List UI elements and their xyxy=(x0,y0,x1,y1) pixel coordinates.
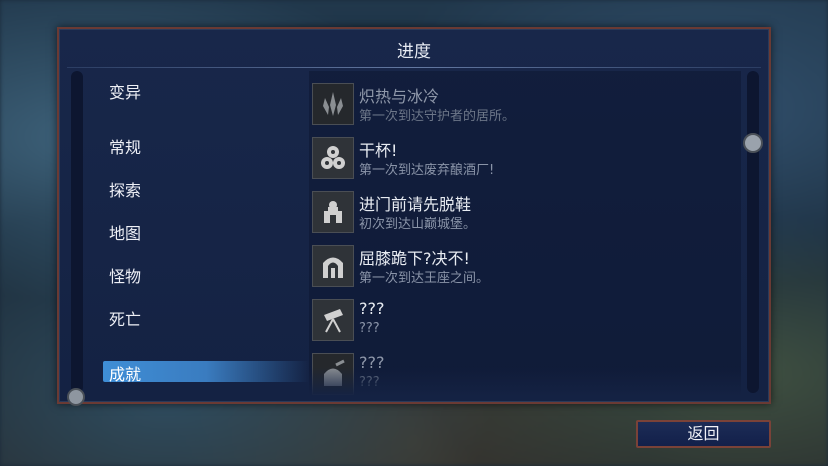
achievement-list[interactable]: 炽热与冰冷 第一次到达守护者的居所。 干杯! 第一次到达废弃酿酒厂! 进门前请先… xyxy=(309,71,741,395)
telescope-icon xyxy=(312,299,354,341)
achievement-desc: 第一次到达废弃酿酒厂! xyxy=(359,163,495,178)
back-button[interactable]: 返回 xyxy=(636,420,771,448)
barrels-icon xyxy=(312,137,354,179)
progress-panel: 进度 变异 常规 探索 地图 怪物 死亡 成就 炽热与冰冷 第一次到达守护者的居… xyxy=(57,27,771,406)
category-exploration[interactable]: 探索 xyxy=(109,177,141,201)
achievement-item[interactable]: ??? ??? xyxy=(312,299,732,347)
achievement-title: 屈膝跪下?决不! xyxy=(359,249,470,268)
panel-title: 进度 xyxy=(397,42,431,62)
achievement-desc: 初次到达山巅城堡。 xyxy=(359,217,477,232)
category-death[interactable]: 死亡 xyxy=(109,306,141,330)
category-monsters[interactable]: 怪物 xyxy=(109,263,141,287)
achievement-item[interactable]: 干杯! 第一次到达废弃酿酒厂! xyxy=(312,137,732,185)
category-achievements[interactable]: 成就 xyxy=(103,361,309,384)
castle-icon xyxy=(312,191,354,233)
achievement-desc: 第一次到达王座之间。 xyxy=(359,271,490,286)
achievement-item[interactable]: 进门前请先脱鞋 初次到达山巅城堡。 xyxy=(312,191,732,239)
category-scroll-knob[interactable] xyxy=(67,388,85,406)
achievement-title: 进门前请先脱鞋 xyxy=(359,195,472,214)
achievement-scrollbar[interactable] xyxy=(747,71,759,393)
category-map[interactable]: 地图 xyxy=(109,220,141,244)
title-divider xyxy=(67,67,761,68)
achievement-scroll-knob[interactable] xyxy=(743,133,763,153)
category-scrollbar[interactable] xyxy=(71,71,83,393)
achievement-desc: 第一次到达守护者的居所。 xyxy=(359,109,516,124)
achievement-desc: ??? xyxy=(359,321,380,336)
achievement-title: ??? xyxy=(359,299,385,318)
list-fade xyxy=(309,367,741,395)
category-mutation[interactable]: 变异 xyxy=(109,79,141,103)
category-general[interactable]: 常规 xyxy=(109,134,141,158)
achievement-item[interactable]: 炽热与冰冷 第一次到达守护者的居所。 xyxy=(312,83,732,131)
achievement-title: 干杯! xyxy=(359,141,398,160)
achievement-item[interactable]: 屈膝跪下?决不! 第一次到达王座之间。 xyxy=(312,245,732,293)
achievement-title: 炽热与冰冷 xyxy=(359,87,440,106)
category-achievements-label: 成就 xyxy=(109,365,142,384)
throne-gate-icon xyxy=(312,245,354,287)
flame-crystal-icon xyxy=(312,83,354,125)
